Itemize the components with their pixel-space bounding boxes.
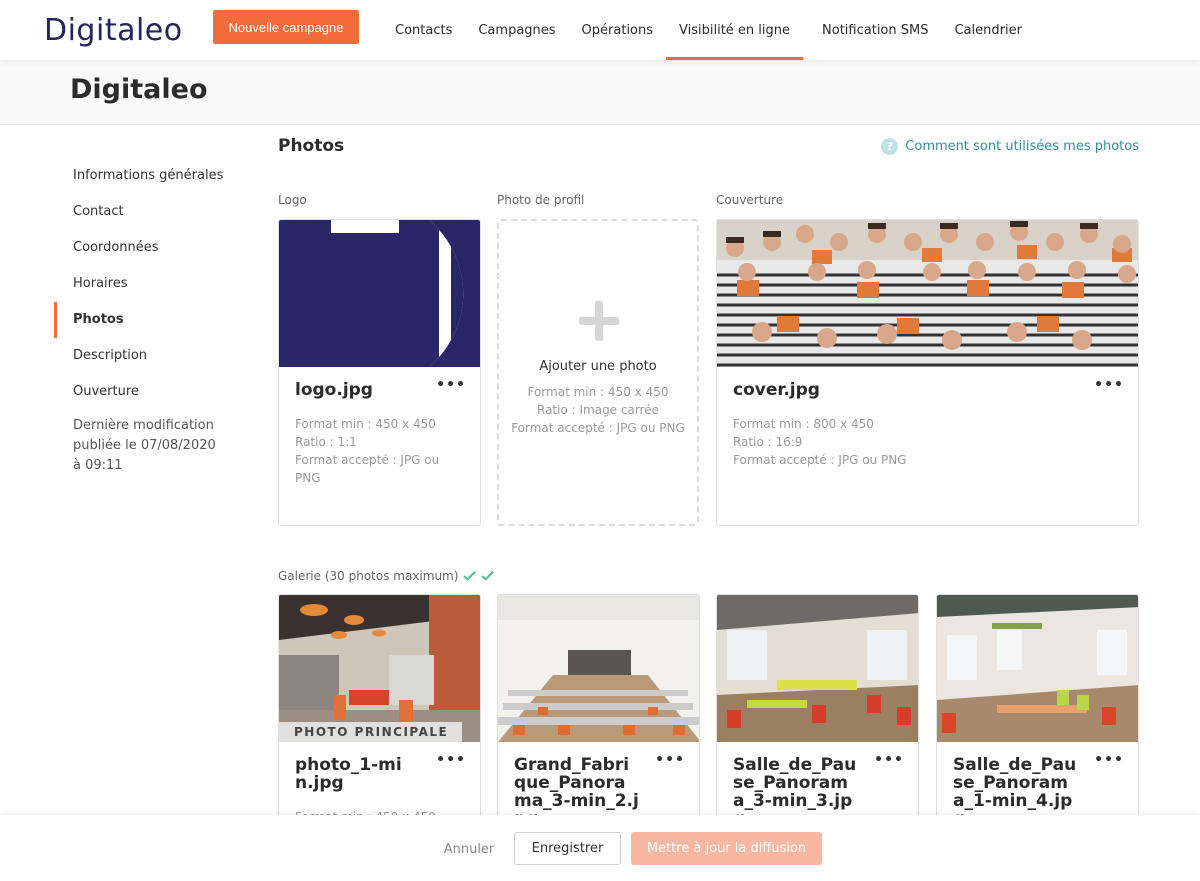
- cover-card: cover.jpg ••• Format min : 800 x 450 Rat…: [716, 219, 1139, 526]
- gallery-more-icon[interactable]: •••: [655, 752, 685, 768]
- gallery-image: [498, 595, 699, 742]
- logo-format-min: Format min : 450 x 450: [295, 417, 436, 431]
- add-photo-label: Ajouter une photo: [539, 359, 657, 374]
- cover-format-accepted: Format accepté : JPG ou PNG: [733, 453, 907, 467]
- new-campaign-button[interactable]: Nouvelle campagne: [213, 10, 359, 44]
- sidebar-item-informations-generales[interactable]: Informations générales: [54, 158, 234, 194]
- last-modified-text: Dernière modification publiée le 07/08/2…: [73, 418, 216, 473]
- top-navigation: Digitaleo Nouvelle campagne Contacts Cam…: [0, 0, 1200, 60]
- gallery-card: Salle_de_Pause_Panorama_1-min_4.jpg •••: [936, 594, 1139, 834]
- profile-photo-dropzone[interactable]: Ajouter une photo Format min : 450 x 450…: [497, 219, 699, 526]
- profile-photo-label: Photo de profil: [497, 193, 585, 207]
- gallery-card: PHOTO PRINCIPALE photo_1-min.jpg ••• For…: [278, 594, 481, 834]
- profile-format-accepted: Format accepté : JPG ou PNG: [511, 421, 685, 435]
- logo-ratio: Ratio : 1:1: [295, 435, 357, 449]
- profile-format-min: Format min : 450 x 450: [527, 385, 669, 399]
- logo-label: Logo: [278, 193, 307, 207]
- footer-actions: Annuler Enregistrer Mettre à jour la dif…: [0, 815, 1200, 881]
- nav-contacts[interactable]: Contacts: [382, 0, 465, 60]
- sidebar: Informations générales Contact Coordonné…: [54, 158, 234, 476]
- cover-format-min: Format min : 800 x 450: [733, 417, 874, 431]
- logo-more-icon[interactable]: •••: [436, 377, 466, 393]
- nav-operations[interactable]: Opérations: [569, 0, 666, 60]
- logo-image: [279, 220, 480, 367]
- profile-ratio: Ratio : Image carrée: [537, 403, 659, 417]
- nav-calendrier[interactable]: Calendrier: [941, 0, 1034, 60]
- nav-campagnes[interactable]: Campagnes: [465, 0, 568, 60]
- save-button[interactable]: Enregistrer: [514, 832, 621, 865]
- gallery-more-icon[interactable]: •••: [874, 752, 904, 768]
- plus-icon: [579, 301, 619, 341]
- gallery-status: [462, 568, 495, 583]
- section-title: Photos: [278, 136, 345, 156]
- cover-label: Couverture: [716, 193, 784, 207]
- page-header: Digitaleo: [0, 60, 1200, 125]
- gallery-more-icon[interactable]: •••: [1094, 752, 1124, 768]
- help-link[interactable]: ? Comment sont utilisées mes photos: [881, 138, 1139, 155]
- cancel-button[interactable]: Annuler: [431, 833, 507, 865]
- gallery-image: [717, 595, 918, 742]
- brand-name: Digitaleo: [44, 12, 183, 48]
- sidebar-item-coordonnees[interactable]: Coordonnées: [54, 230, 234, 266]
- gallery-filename: photo_1-min.jpg: [295, 755, 402, 793]
- gallery-label: Galerie (30 photos maximum): [278, 569, 459, 583]
- gallery-card: Grand_Fabrique_Panorama_3-min_2.jpg •••: [497, 594, 700, 834]
- cover-filename: cover.jpg: [733, 380, 820, 400]
- logo-format-accepted: Format accepté : JPG ou PNG: [295, 453, 440, 485]
- gallery-card: Salle_de_Pause_Panorama_3-min_3.jpg •••: [716, 594, 919, 834]
- cover-more-icon[interactable]: •••: [1094, 377, 1124, 393]
- check-icon: [463, 571, 476, 581]
- gallery-image: PHOTO PRINCIPALE: [279, 595, 480, 742]
- sidebar-item-description[interactable]: Description: [54, 338, 234, 374]
- page-title: Digitaleo: [70, 74, 208, 105]
- sidebar-item-contact[interactable]: Contact: [54, 194, 234, 230]
- nav-visibilite-en-ligne[interactable]: Visibilité en ligne: [666, 0, 804, 60]
- main-photo-badge: PHOTO PRINCIPALE: [279, 722, 462, 742]
- sidebar-item-horaires[interactable]: Horaires: [54, 266, 234, 302]
- question-circle-icon: ?: [881, 138, 899, 155]
- cover-image: [717, 220, 1138, 367]
- gallery-more-icon[interactable]: •••: [436, 752, 466, 768]
- publish-button[interactable]: Mettre à jour la diffusion: [631, 832, 822, 865]
- sidebar-item-photos[interactable]: Photos: [54, 302, 234, 338]
- logo-filename: logo.jpg: [295, 380, 373, 400]
- check-icon: [481, 571, 494, 581]
- main-nav: Contacts Campagnes Opérations Visibilité…: [382, 0, 1035, 60]
- cover-ratio: Ratio : 16:9: [733, 435, 803, 449]
- sidebar-item-ouverture[interactable]: Ouverture: [54, 374, 234, 410]
- logo-card: logo.jpg ••• Format min : 450 x 450 Rati…: [278, 219, 481, 526]
- nav-notification-sms[interactable]: Notification SMS: [809, 0, 941, 60]
- brand-logo[interactable]: Digitaleo: [44, 10, 183, 50]
- gallery-image: [937, 595, 1138, 742]
- help-link-label: Comment sont utilisées mes photos: [905, 139, 1139, 154]
